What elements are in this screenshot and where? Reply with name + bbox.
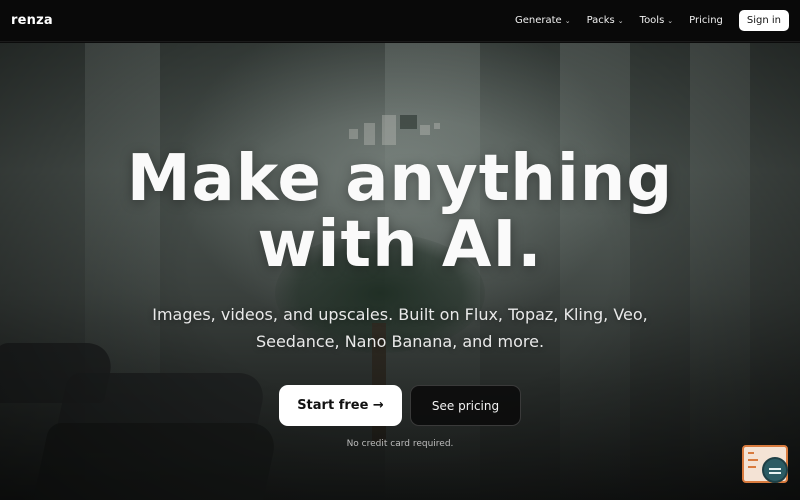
logo[interactable]: renza [11, 13, 53, 28]
widget-bar [748, 466, 756, 468]
headline-line: with AI. [257, 208, 543, 282]
no-credit-card-note: No credit card required. [346, 439, 454, 449]
floating-search-widget[interactable] [742, 445, 790, 486]
nav-menu: Generate ⌄ Packs ⌄ Tools ⌄ Pricing Sign … [499, 10, 789, 31]
nav-item-label: Pricing [689, 15, 723, 26]
chevron-down-icon: ⌄ [617, 16, 624, 25]
see-pricing-button[interactable]: See pricing [410, 385, 521, 426]
chevron-down-icon: ⌄ [564, 16, 571, 25]
nav-item-label: Packs [586, 15, 615, 26]
nav-item-pricing[interactable]: Pricing [689, 15, 723, 26]
nav-item-packs[interactable]: Packs ⌄ [587, 15, 624, 26]
nav-item-label: Generate [514, 15, 562, 26]
hero-content: Make anything with AI. Images, videos, a… [0, 43, 800, 500]
chevron-down-icon: ⌄ [667, 16, 674, 25]
widget-bar [748, 452, 754, 454]
sign-in-button[interactable]: Sign in [738, 10, 789, 31]
nav-item-label: Tools [639, 15, 665, 26]
start-free-button[interactable]: Start free → [279, 385, 402, 426]
search-icon [762, 457, 788, 483]
widget-bar [748, 459, 758, 461]
hero-headline: Make anything with AI. [0, 146, 800, 278]
top-nav: renza Generate ⌄ Packs ⌄ Tools ⌄ Pricing… [0, 0, 800, 42]
headline-line: Make anything [126, 142, 674, 216]
nav-item-tools[interactable]: Tools ⌄ [640, 15, 674, 26]
nav-item-generate[interactable]: Generate ⌄ [515, 15, 571, 26]
hero-subtitle: Images, videos, and upscales. Built on F… [152, 305, 648, 351]
cta-group: Start free → See pricing [279, 385, 521, 426]
